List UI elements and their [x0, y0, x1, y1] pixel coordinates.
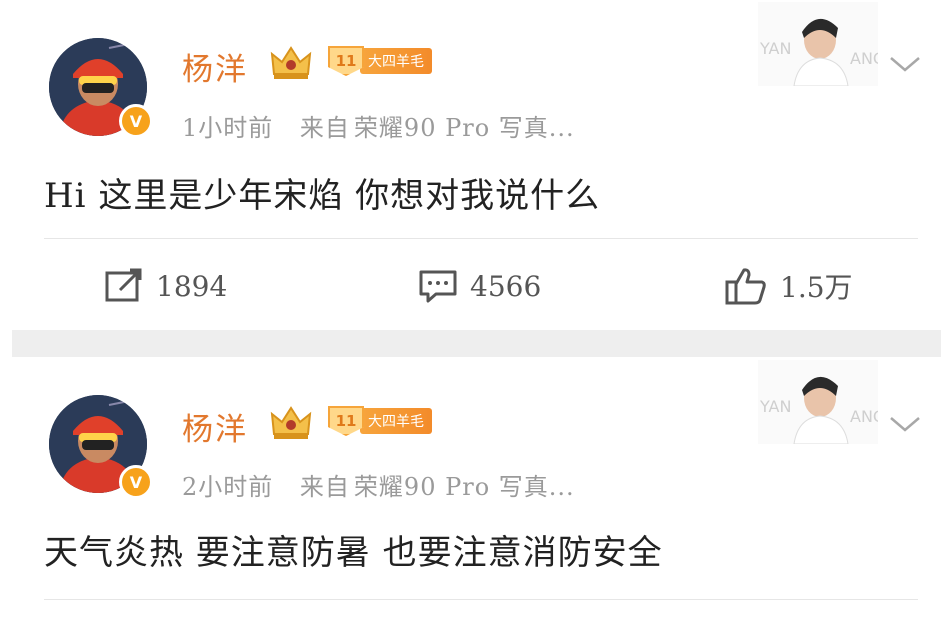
- crown-icon: [270, 46, 312, 79]
- post-content: Hi 这里是少年宋焰 你想对我说什么: [44, 176, 601, 216]
- level-number: 11: [328, 46, 364, 76]
- verified-badge: V: [119, 465, 153, 499]
- card-text-left: YAN: [759, 39, 791, 58]
- weibo-post[interactable]: V 杨洋 11 大四羊毛 1小时前 来自 荣耀90 Pro 写真... YAN A…: [0, 0, 941, 330]
- chevron-down-icon[interactable]: [887, 52, 923, 76]
- level-title: 大四羊毛: [360, 48, 432, 74]
- post-meta: 2小时前 来自 荣耀90 Pro 写真...: [182, 467, 593, 502]
- card-text-right: ANG: [850, 49, 878, 68]
- comment-icon: [419, 270, 457, 303]
- card-text-right: ANG: [850, 407, 878, 426]
- post-meta: 1小时前 来自 荣耀90 Pro 写真...: [182, 108, 593, 143]
- post-content: 天气炎热 要注意防暑 也要注意消防安全: [44, 533, 663, 573]
- personal-card-decoration: YAN ANG: [758, 360, 878, 444]
- user-level-badge[interactable]: 11 大四羊毛: [328, 406, 432, 436]
- post-separator: [12, 330, 941, 357]
- like-button[interactable]: 1.5万: [724, 266, 853, 306]
- post-source[interactable]: 荣耀90 Pro 写真...: [354, 114, 575, 142]
- user-level-badge[interactable]: 11 大四羊毛: [328, 46, 432, 76]
- verified-badge: V: [119, 104, 153, 138]
- username[interactable]: 杨洋: [182, 44, 248, 89]
- username[interactable]: 杨洋: [182, 404, 248, 449]
- comment-button[interactable]: 4566: [418, 266, 541, 306]
- repost-icon: [105, 268, 142, 302]
- personal-card-decoration: YAN ANG: [758, 2, 878, 86]
- repost-button[interactable]: 1894: [104, 266, 227, 306]
- level-title: 大四羊毛: [360, 408, 432, 434]
- source-prefix: 来自: [299, 473, 350, 501]
- weibo-post[interactable]: V 杨洋 11 大四羊毛 2小时前 来自 荣耀90 Pro 写真... YAN A…: [0, 357, 941, 624]
- thumbs-up-icon: [725, 268, 766, 305]
- card-text-left: YAN: [759, 397, 791, 416]
- post-time: 1小时前: [182, 114, 274, 142]
- comment-count: 4566: [470, 269, 542, 303]
- divider: [44, 599, 918, 600]
- chevron-down-icon[interactable]: [887, 412, 923, 436]
- crown-icon: [270, 406, 312, 439]
- source-prefix: 来自: [299, 114, 350, 142]
- level-number: 11: [328, 406, 364, 436]
- like-count: 1.5万: [780, 271, 853, 304]
- post-time: 2小时前: [182, 473, 274, 501]
- repost-count: 1894: [156, 269, 228, 303]
- post-source[interactable]: 荣耀90 Pro 写真...: [354, 473, 575, 501]
- divider: [44, 238, 918, 239]
